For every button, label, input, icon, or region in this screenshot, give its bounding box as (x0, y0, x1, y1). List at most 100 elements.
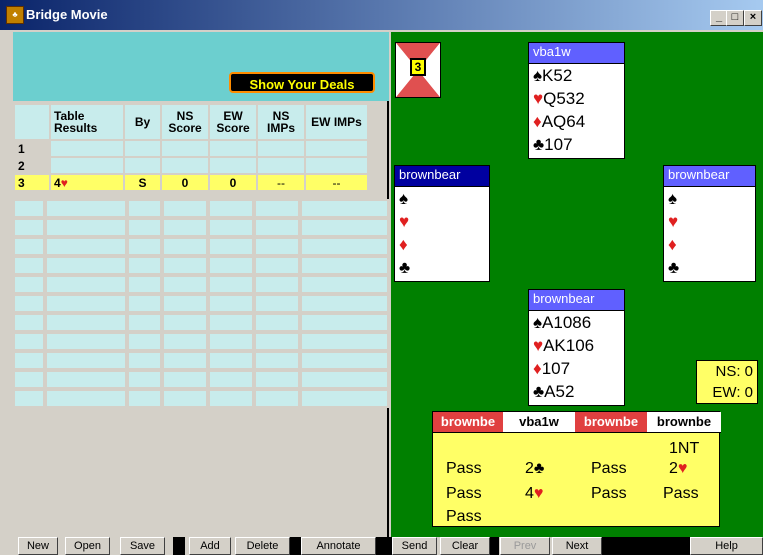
heart-icon: ♥ (668, 212, 679, 231)
empty-cell (13, 256, 45, 275)
close-button[interactable]: × (744, 10, 762, 26)
east-hearts: ♥ (664, 210, 755, 233)
empty-cell (127, 332, 162, 351)
empty-cell (254, 218, 300, 237)
empty-cell (254, 275, 300, 294)
col-ns-score[interactable]: NS Score (160, 103, 210, 141)
empty-cell (45, 332, 127, 351)
south-hand: brownbear ♠A1086 ♥AK106 ♦107 ♣A52 (528, 289, 625, 406)
empty-cell (208, 313, 254, 332)
ns-score: NS: 0 (715, 363, 753, 380)
new-button[interactable]: New (18, 537, 58, 555)
north-hearts: ♥Q532 (529, 87, 624, 110)
delete-button[interactable]: Delete (235, 537, 290, 555)
add-button[interactable]: Add (189, 537, 231, 555)
col-ew-score[interactable]: EW Score (208, 103, 258, 141)
next-button[interactable]: Next (552, 537, 602, 555)
maximize-button[interactable]: □ (726, 10, 744, 26)
empty-cell (300, 237, 389, 256)
open-button[interactable]: Open (65, 537, 110, 555)
west-hearts: ♥ (395, 210, 489, 233)
clear-button[interactable]: Clear (440, 537, 490, 555)
empty-cell (45, 313, 127, 332)
cell-ns-score (160, 139, 210, 158)
south-clubs-cards: A52 (544, 382, 575, 401)
help-button[interactable]: Help (690, 537, 763, 555)
cell-by (123, 156, 162, 175)
cell-ns-imps: -- (256, 173, 306, 192)
annotate-button[interactable]: Annotate (301, 537, 376, 555)
diamond-icon: ♦ (533, 359, 542, 378)
empty-cell (45, 199, 127, 218)
empty-cell (300, 389, 389, 408)
contract-level: 4 (54, 175, 61, 190)
save-button[interactable]: Save (120, 537, 165, 555)
heart-icon: ♥ (533, 336, 544, 355)
north-hand: vba1w ♠K52 ♥Q532 ♦AQ64 ♣107 (528, 42, 625, 159)
table-row-selected[interactable]: 3 4♥ S 0 0 -- -- (13, 173, 369, 192)
west-diamonds: ♦ (395, 233, 489, 256)
empty-cell (127, 199, 162, 218)
diamond-icon: ♦ (399, 235, 408, 254)
club-icon: ♣ (533, 382, 545, 401)
empty-cell (162, 275, 208, 294)
empty-cell (13, 218, 45, 237)
diamond-icon: ♦ (668, 235, 677, 254)
send-button[interactable]: Send (392, 537, 437, 555)
row-number: 1 (13, 139, 51, 158)
north-hearts-cards: Q532 (543, 89, 585, 108)
empty-cell (300, 313, 389, 332)
empty-cell (127, 218, 162, 237)
empty-cell (162, 218, 208, 237)
corner-cell (13, 103, 51, 141)
empty-cell (13, 275, 45, 294)
east-player-name: brownbear (664, 166, 755, 187)
bid-item: Pass (446, 485, 482, 502)
col-by[interactable]: By (123, 103, 162, 141)
row-number: 3 (13, 173, 51, 192)
south-hearts: ♥AK106 (529, 334, 624, 357)
empty-cell (208, 218, 254, 237)
empty-cell (162, 313, 208, 332)
bid-item: 1NT (669, 440, 700, 457)
table-row[interactable]: 1 (13, 139, 369, 158)
north-spades-cards: K52 (542, 66, 573, 85)
heart-icon: ♥ (533, 485, 544, 502)
col-table-results[interactable]: Table Results (49, 103, 125, 141)
empty-cell (127, 370, 162, 389)
empty-cell (208, 332, 254, 351)
cell-result (49, 156, 125, 175)
empty-cell (300, 256, 389, 275)
cell-result: 4♥ (49, 173, 125, 192)
south-clubs: ♣A52 (529, 380, 624, 403)
spade-icon: ♠ (668, 189, 678, 208)
club-icon: ♣ (533, 135, 545, 154)
toolbar-gap (290, 537, 301, 555)
bid-item: Pass (446, 460, 482, 477)
west-clubs: ♣ (395, 256, 489, 279)
empty-cell (208, 275, 254, 294)
empty-cell (45, 218, 127, 237)
cell-ns-imps (256, 156, 306, 175)
north-clubs-cards: 107 (544, 135, 573, 154)
club-icon: ♣ (399, 258, 411, 277)
prev-button[interactable]: Prev (500, 537, 550, 555)
col-ns-imps[interactable]: NS IMPs (256, 103, 306, 141)
toolbar-gap (602, 537, 690, 555)
bid-item: Pass (591, 485, 627, 502)
empty-cell (162, 256, 208, 275)
table-row[interactable]: 2 (13, 156, 369, 175)
left-border (0, 30, 13, 537)
spade-icon: ♠ (533, 313, 543, 332)
empty-cell (300, 332, 389, 351)
col-ew-imps[interactable]: EW IMPs (304, 103, 369, 141)
empty-cell (300, 199, 389, 218)
heart-icon: ♥ (60, 175, 68, 190)
show-your-deals-button[interactable]: Show Your Deals (229, 72, 375, 93)
cell-result (49, 139, 125, 158)
south-hearts-cards: AK106 (543, 336, 595, 355)
empty-cell (162, 237, 208, 256)
empty-cell (162, 370, 208, 389)
south-player-name: brownbear (529, 290, 624, 311)
window-title: Bridge Movie (26, 7, 108, 22)
